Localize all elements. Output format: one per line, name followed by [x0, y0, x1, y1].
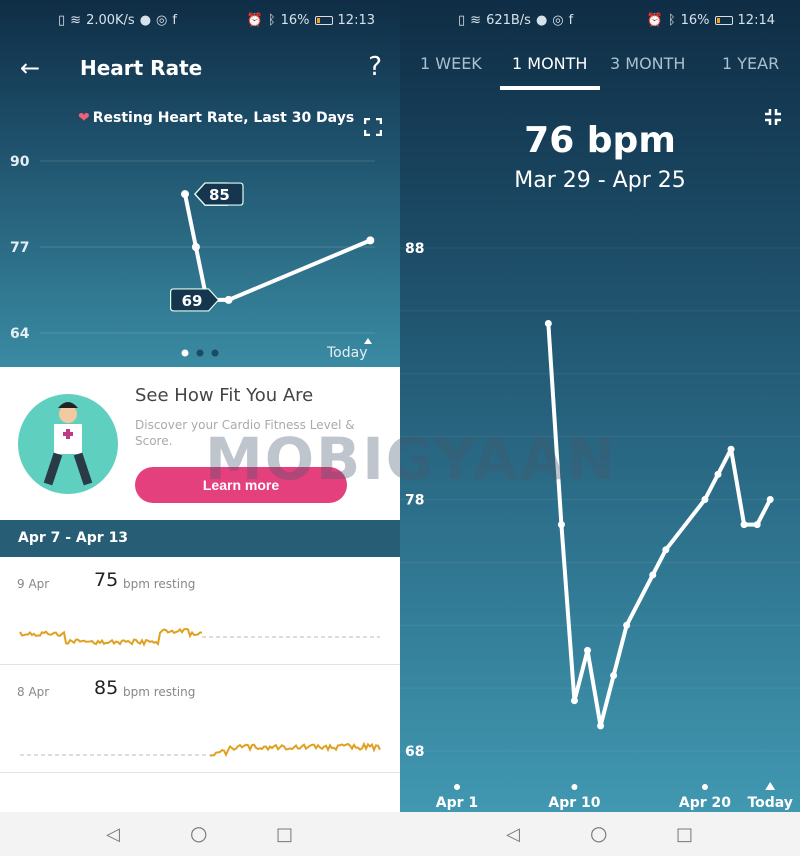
day-date: 9 Apr: [17, 577, 50, 591]
x-tick-label: Apr 1: [436, 795, 478, 811]
nav-home-icon[interactable]: ○: [590, 821, 607, 845]
day-hr-trace: [19, 627, 380, 647]
y-tick-label: 78: [405, 493, 424, 509]
today-marker-icon: [765, 782, 776, 790]
hr-trace-line: [19, 627, 203, 647]
data-point: [557, 521, 565, 529]
data-point: [740, 521, 748, 529]
y-tick-label: 77: [10, 240, 29, 256]
x-tick-label: Apr 20: [679, 795, 731, 811]
hr-line: [546, 323, 772, 728]
fitness-illustration: [18, 394, 118, 494]
day-bpm: 75: [94, 569, 119, 591]
nav-recents-icon[interactable]: □: [276, 824, 293, 845]
x-tick-label: Today: [747, 795, 792, 811]
day-row[interactable]: 8 Apr 85 bpm resting: [0, 665, 400, 773]
data-point: [701, 496, 709, 503]
pager-dot: [196, 349, 204, 357]
data-point: [570, 697, 578, 705]
x-tick-dot: [454, 784, 460, 790]
data-point: [597, 722, 605, 730]
pager-dot: [211, 349, 219, 357]
data-point: [610, 672, 618, 680]
y-tick-label: 90: [10, 154, 30, 170]
today-marker-icon: [364, 338, 372, 344]
y-tick-label: 68: [405, 744, 424, 760]
cardio-fitness-card: See How Fit You Are Discover your Cardio…: [0, 367, 400, 520]
pager-dot: [181, 349, 189, 357]
data-point: [662, 546, 670, 554]
right-screen: ▯ ≋ 621B/s ● ◎ f ⏰ ᛒ 16% 12:14 1 WEEK 1 …: [400, 0, 800, 856]
data-point: [649, 571, 657, 579]
x-tick-label-today: Today: [326, 345, 368, 361]
x-tick-dot: [701, 784, 708, 790]
data-point: [366, 236, 375, 245]
data-point: [623, 621, 631, 629]
y-tick-label: 64: [10, 326, 30, 342]
data-point: [727, 445, 735, 453]
monthly-hr-chart[interactable]: 88 78 68 Apr 1 Apr 10 Apr 20 Today: [400, 0, 800, 812]
nav-home-icon[interactable]: ○: [190, 821, 207, 845]
annotation-label: 85: [209, 186, 230, 204]
data-point: [181, 190, 189, 199]
data-point: [544, 319, 552, 327]
resting-hr-chart[interactable]: 90 77 64 85 69 Today: [0, 0, 400, 370]
data-point: [191, 243, 200, 251]
day-date: 8 Apr: [17, 685, 50, 699]
nav-bar: ◁ ○ □: [0, 812, 400, 856]
data-point: [224, 295, 233, 304]
day-unit: bpm resting: [123, 577, 196, 591]
day-bpm: 85: [94, 677, 119, 699]
nav-bar: ◁ ○ □: [400, 812, 800, 856]
card-title: See How Fit You Are: [135, 385, 314, 406]
learn-more-button[interactable]: Learn more: [135, 467, 347, 503]
data-point: [766, 496, 774, 503]
hr-trace-line: [209, 741, 381, 758]
data-point: [584, 646, 591, 654]
day-hr-trace: [20, 741, 381, 758]
nav-back-icon[interactable]: ◁: [106, 824, 120, 845]
week-header: Apr 7 - Apr 13: [0, 520, 400, 557]
day-row[interactable]: 9 Apr 75 bpm resting: [0, 557, 400, 665]
left-screen: ▯ ≋ 2.00K/s ● ◎ f ⏰ ᛒ 16% 12:13 ← Heart …: [0, 0, 400, 856]
annotation-label: 69: [182, 292, 203, 310]
card-description: Discover your Cardio Fitness Level & Sco…: [135, 418, 355, 448]
x-tick-dot: [571, 784, 578, 790]
y-tick-label: 88: [405, 241, 424, 257]
data-point: [714, 470, 722, 478]
day-unit: bpm resting: [123, 685, 196, 699]
nav-recents-icon[interactable]: □: [676, 824, 693, 845]
data-point: [753, 521, 761, 529]
x-tick-label: Apr 10: [548, 795, 600, 811]
nav-back-icon[interactable]: ◁: [506, 824, 520, 845]
